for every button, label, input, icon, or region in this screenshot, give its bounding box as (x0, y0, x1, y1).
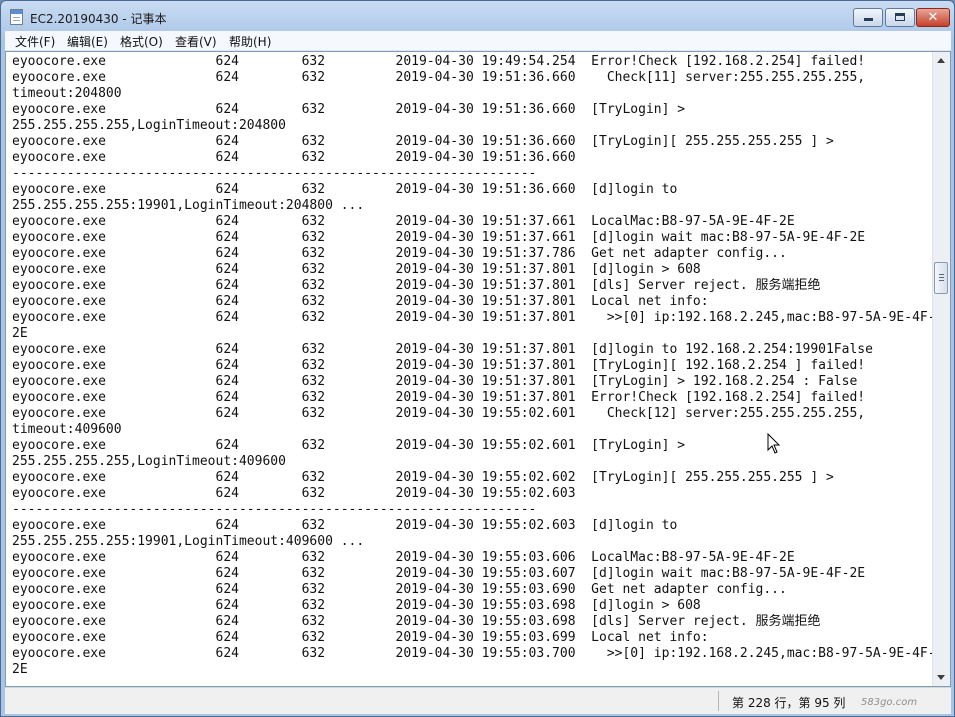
text-line[interactable]: 2E (12, 662, 934, 678)
text-line[interactable]: timeout:409600 (12, 422, 934, 438)
notepad-window: EC2.20190430 - 记事本 ✕ 文件(F) 编辑(E) 格式(O) 查… (0, 0, 955, 717)
text-line[interactable]: eyoocore.exe 624 632 2019-04-30 19:51:37… (12, 230, 934, 246)
text-line[interactable]: eyoocore.exe 624 632 2019-04-30 19:55:03… (12, 598, 934, 614)
close-button[interactable]: ✕ (916, 8, 950, 27)
status-bar: 第 228 行，第 95 列 583go.com (5, 687, 951, 714)
menu-bar: 文件(F) 编辑(E) 格式(O) 查看(V) 帮助(H) (5, 31, 951, 51)
grip-icon (939, 274, 944, 283)
text-line[interactable]: 255.255.255.255:19901,LoginTimeout:40960… (12, 534, 934, 550)
text-line[interactable]: eyoocore.exe 624 632 2019-04-30 19:51:37… (12, 390, 934, 406)
text-line[interactable]: eyoocore.exe 624 632 2019-04-30 19:55:02… (12, 406, 934, 422)
document-text[interactable]: eyoocore.exe 624 632 2019-04-30 19:49:54… (12, 54, 934, 684)
maximize-icon (895, 13, 905, 21)
text-line[interactable]: eyoocore.exe 624 632 2019-04-30 19:51:37… (12, 278, 934, 294)
text-line[interactable]: eyoocore.exe 624 632 2019-04-30 19:51:37… (12, 262, 934, 278)
watermark-text: 583go.com (861, 697, 918, 708)
minimize-button[interactable] (853, 8, 883, 27)
close-icon: ✕ (927, 10, 939, 25)
text-line[interactable]: eyoocore.exe 624 632 2019-04-30 19:51:36… (12, 150, 934, 166)
text-editor-area[interactable]: eyoocore.exe 624 632 2019-04-30 19:49:54… (5, 51, 951, 687)
text-line[interactable]: eyoocore.exe 624 632 2019-04-30 19:55:02… (12, 486, 934, 502)
menu-file[interactable]: 文件(F) (15, 33, 55, 50)
menu-view[interactable]: 查看(V) (175, 33, 217, 50)
text-line[interactable]: eyoocore.exe 624 632 2019-04-30 19:51:37… (12, 374, 934, 390)
text-line[interactable]: 255.255.255.255:19901,LoginTimeout:20480… (12, 198, 934, 214)
minimize-icon (864, 18, 873, 21)
text-line[interactable]: eyoocore.exe 624 632 2019-04-30 19:55:02… (12, 470, 934, 486)
text-line[interactable]: eyoocore.exe 624 632 2019-04-30 19:55:03… (12, 614, 934, 630)
mouse-pointer-icon (767, 433, 781, 454)
text-line[interactable]: timeout:204800 (12, 86, 934, 102)
text-line[interactable]: ----------------------------------------… (12, 166, 934, 182)
text-line[interactable]: eyoocore.exe 624 632 2019-04-30 19:51:37… (12, 294, 934, 310)
text-line[interactable]: eyoocore.exe 624 632 2019-04-30 19:55:03… (12, 630, 934, 646)
text-line[interactable]: eyoocore.exe 624 632 2019-04-30 19:55:03… (12, 566, 934, 582)
text-line[interactable]: eyoocore.exe 624 632 2019-04-30 19:51:37… (12, 246, 934, 262)
text-line[interactable]: eyoocore.exe 624 632 2019-04-30 19:55:03… (12, 582, 934, 598)
text-line[interactable]: 2E (12, 326, 934, 342)
title-bar[interactable]: EC2.20190430 - 记事本 ✕ (1, 1, 954, 31)
text-line[interactable]: eyoocore.exe 624 632 2019-04-30 19:51:37… (12, 358, 934, 374)
cursor-position: 第 228 行，第 95 列 (732, 696, 846, 710)
menu-help[interactable]: 帮助(H) (229, 33, 271, 50)
status-separator (718, 691, 719, 711)
notepad-app-icon[interactable] (10, 9, 23, 25)
text-line[interactable]: eyoocore.exe 624 632 2019-04-30 19:51:36… (12, 134, 934, 150)
text-line[interactable]: eyoocore.exe 624 632 2019-04-30 19:51:36… (12, 182, 934, 198)
scrollbar-thumb[interactable] (934, 262, 948, 295)
menu-edit[interactable]: 编辑(E) (67, 33, 108, 50)
text-line[interactable]: eyoocore.exe 624 632 2019-04-30 19:55:03… (12, 646, 934, 662)
text-line[interactable]: 255.255.255.255,LoginTimeout:204800 (12, 118, 934, 134)
text-line[interactable]: eyoocore.exe 624 632 2019-04-30 19:55:02… (12, 438, 934, 454)
scroll-down-arrow-icon[interactable] (937, 675, 945, 680)
text-line[interactable]: eyoocore.exe 624 632 2019-04-30 19:51:37… (12, 342, 934, 358)
window-title: EC2.20190430 - 记事本 (30, 12, 167, 26)
vertical-scrollbar[interactable] (932, 52, 950, 686)
text-line[interactable]: eyoocore.exe 624 632 2019-04-30 19:51:36… (12, 102, 934, 118)
text-line[interactable]: eyoocore.exe 624 632 2019-04-30 19:51:37… (12, 214, 934, 230)
scroll-up-arrow-icon[interactable] (937, 58, 945, 63)
text-line[interactable]: 255.255.255.255,LoginTimeout:409600 (12, 454, 934, 470)
maximize-button[interactable] (885, 8, 915, 27)
text-line[interactable]: ----------------------------------------… (12, 502, 934, 518)
text-line[interactable]: eyoocore.exe 624 632 2019-04-30 19:55:03… (12, 550, 934, 566)
text-line[interactable]: eyoocore.exe 624 632 2019-04-30 19:51:37… (12, 310, 934, 326)
text-line[interactable]: eyoocore.exe 624 632 2019-04-30 19:51:36… (12, 70, 934, 86)
text-line[interactable]: eyoocore.exe 624 632 2019-04-30 19:55:02… (12, 518, 934, 534)
menu-format[interactable]: 格式(O) (120, 33, 163, 50)
text-line[interactable]: eyoocore.exe 624 632 2019-04-30 19:49:54… (12, 54, 934, 70)
